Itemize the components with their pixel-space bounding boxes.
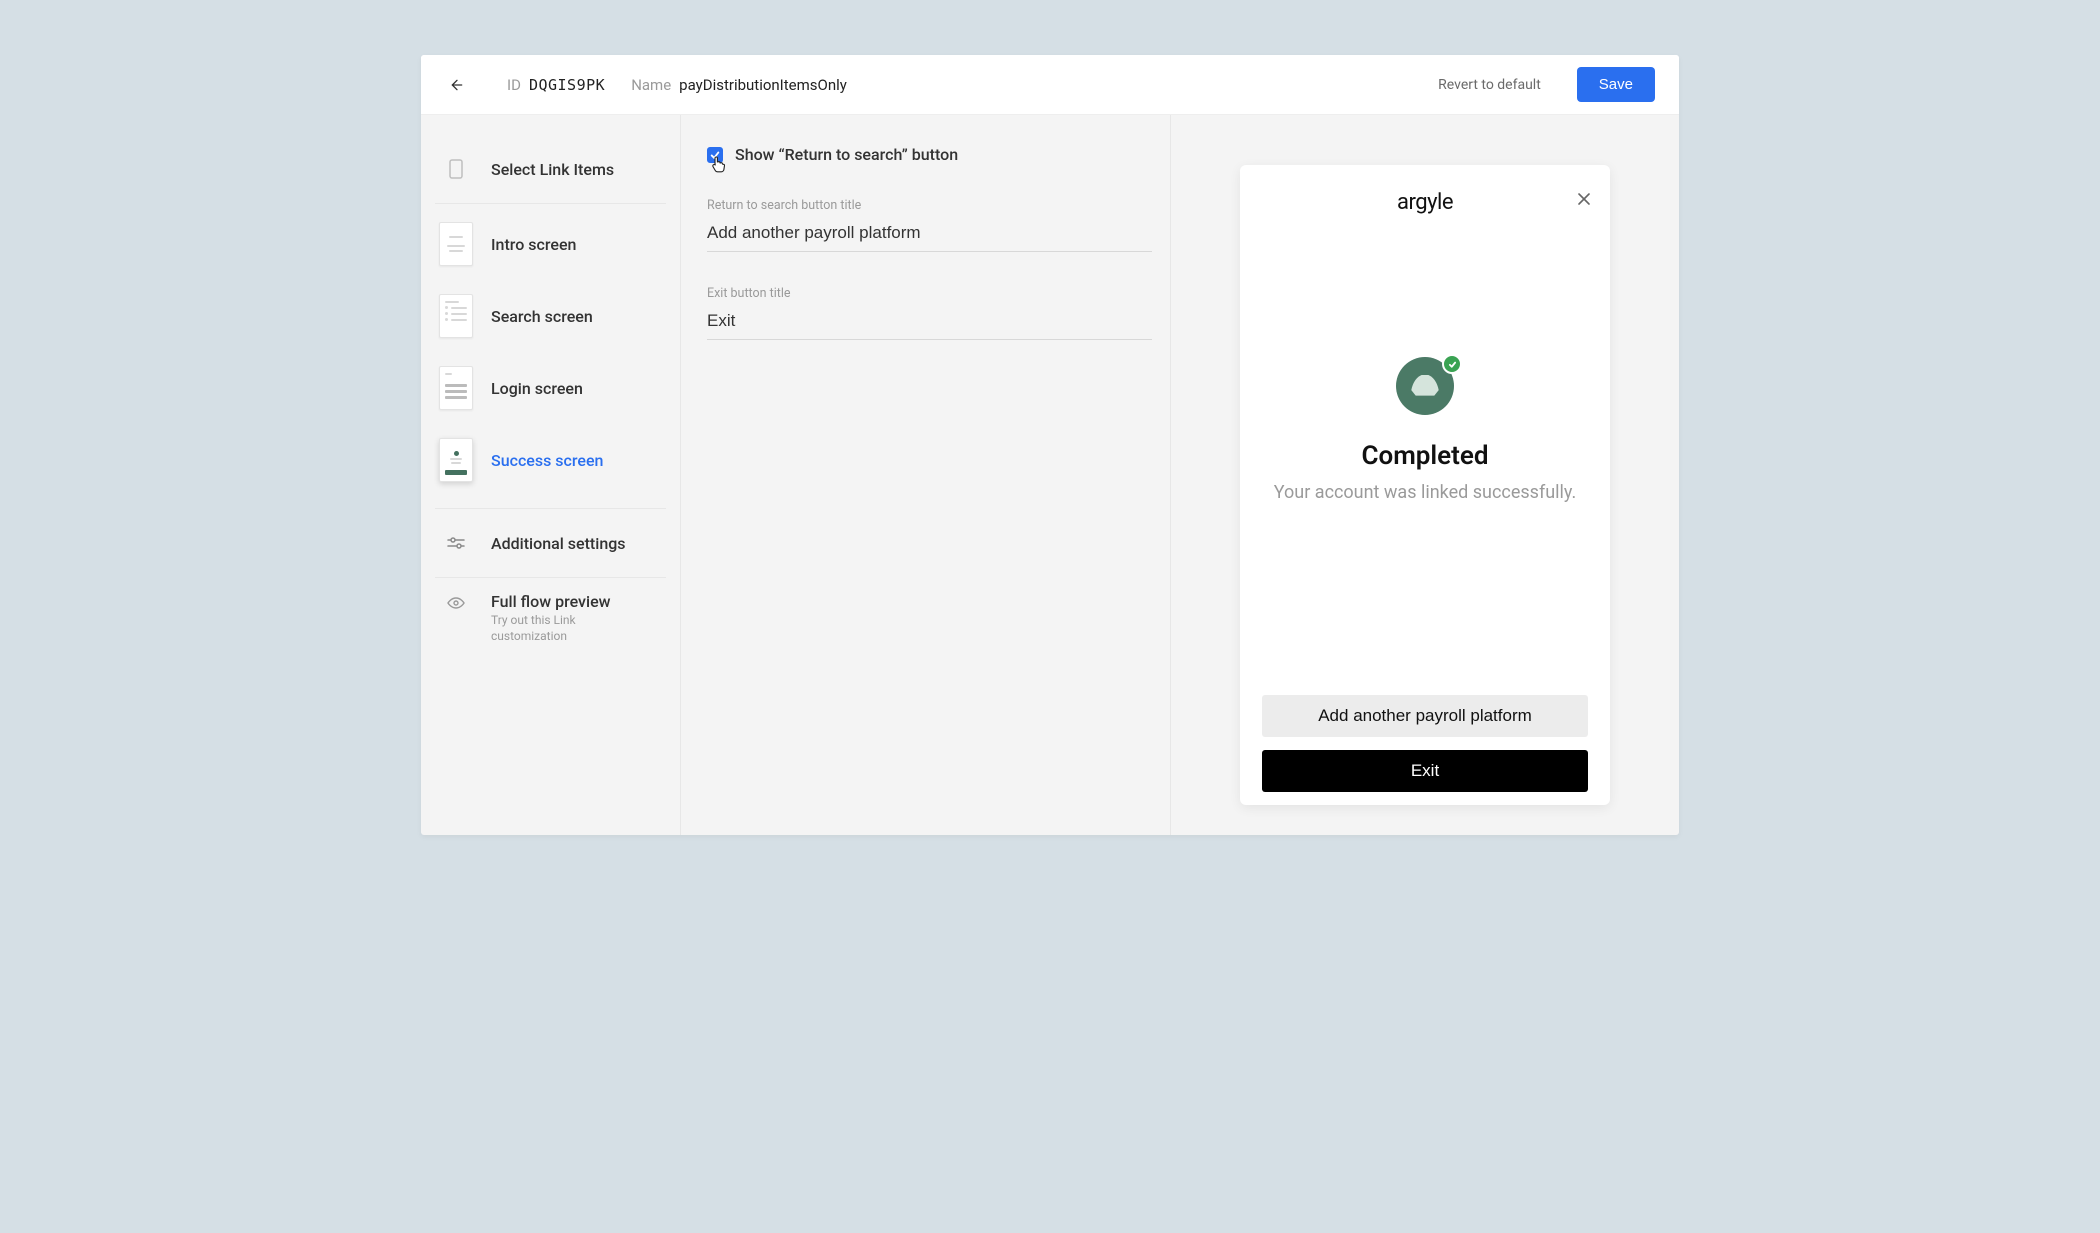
header-meta: ID DQGIS9PK Name payDistributionItemsOnl… — [507, 76, 847, 94]
name-value: payDistributionItemsOnly — [679, 76, 847, 94]
show-return-checkbox-row[interactable]: Show “Return to search” button — [707, 145, 1144, 164]
return-title-label: Return to search button title — [707, 198, 1152, 213]
sidebar: Select Link Items Intro screen Sea — [421, 115, 681, 835]
sidebar-item-label: Login screen — [491, 379, 583, 398]
preview-title: Completed — [1361, 441, 1488, 471]
app-frame: ID DQGIS9PK Name payDistributionItemsOnl… — [421, 55, 1679, 835]
id-value: DQGIS9PK — [529, 76, 605, 94]
show-return-checkbox[interactable] — [707, 147, 723, 163]
save-button[interactable]: Save — [1577, 67, 1655, 102]
sidebar-item-label: Success screen — [491, 451, 603, 470]
check-icon — [710, 150, 720, 160]
sidebar-item-search[interactable]: Search screen — [435, 280, 666, 352]
meta-id: ID DQGIS9PK — [507, 76, 605, 94]
preview-subtitle: Your account was linked successfully. — [1274, 481, 1576, 505]
id-label: ID — [507, 76, 521, 94]
preview-device: argyle Completed Your a — [1240, 165, 1610, 805]
back-button[interactable] — [445, 73, 469, 97]
revert-link[interactable]: Revert to default — [1438, 77, 1541, 93]
topbar: ID DQGIS9PK Name payDistributionItemsOnl… — [421, 55, 1679, 115]
sidebar-item-preview[interactable]: Full flow preview Try out this Link cust… — [435, 582, 666, 654]
sidebar-item-label: Additional settings — [491, 534, 626, 553]
close-icon — [1576, 191, 1592, 207]
eye-icon — [439, 592, 473, 614]
search-thumbnail-icon — [439, 294, 473, 338]
sidebar-item-label: Full flow preview — [491, 592, 631, 611]
sidebar-item-success[interactable]: Success screen — [435, 424, 666, 496]
exit-title-field: Exit button title — [707, 286, 1152, 340]
preview-panel: argyle Completed Your a — [1171, 115, 1679, 835]
main-body: Select Link Items Intro screen Sea — [421, 115, 1679, 835]
preview-header: argyle — [1262, 187, 1588, 217]
form-panel: Show “Return to search” button Return to… — [681, 115, 1171, 835]
brand-logo: argyle — [1397, 190, 1453, 215]
preview-primary-button[interactable]: Exit — [1262, 750, 1588, 792]
sidebar-item-additional[interactable]: Additional settings — [435, 513, 666, 573]
preview-footer: Add another payroll platform Exit — [1262, 695, 1588, 805]
sidebar-item-label: Intro screen — [491, 235, 576, 254]
list-icon — [439, 149, 473, 189]
sliders-icon — [439, 523, 473, 563]
show-return-label: Show “Return to search” button — [735, 145, 958, 164]
success-thumbnail-icon — [439, 438, 473, 482]
return-title-input[interactable] — [707, 219, 1152, 252]
sidebar-item-login[interactable]: Login screen — [435, 352, 666, 424]
checkmark-badge-icon — [1442, 354, 1462, 374]
arrow-left-icon — [449, 77, 465, 93]
sidebar-item-label: Select Link Items — [491, 160, 614, 179]
return-title-field: Return to search button title — [707, 198, 1152, 252]
intro-thumbnail-icon — [439, 222, 473, 266]
sidebar-item-label: Search screen — [491, 307, 593, 326]
name-label: Name — [631, 76, 671, 94]
preview-body: Completed Your account was linked succes… — [1262, 217, 1588, 695]
login-thumbnail-icon — [439, 366, 473, 410]
sidebar-item-select-link[interactable]: Select Link Items — [435, 139, 666, 199]
sidebar-item-sublabel: Try out this Link customization — [491, 613, 631, 644]
preview-close-button[interactable] — [1576, 191, 1592, 211]
sidebar-item-intro[interactable]: Intro screen — [435, 208, 666, 280]
exit-title-label: Exit button title — [707, 286, 1152, 301]
preview-secondary-button[interactable]: Add another payroll platform — [1262, 695, 1588, 737]
meta-name: Name payDistributionItemsOnly — [631, 76, 847, 94]
exit-title-input[interactable] — [707, 307, 1152, 340]
success-badge — [1396, 357, 1454, 415]
